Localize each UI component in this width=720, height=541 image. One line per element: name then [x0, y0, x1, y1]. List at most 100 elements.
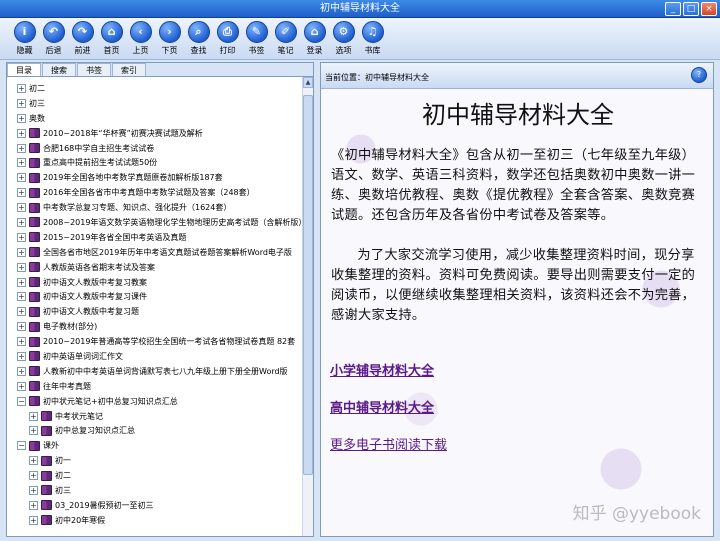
toolbar-button-3[interactable]: ⌂ 首页 — [97, 18, 126, 60]
tree-item[interactable]: +03_2019暑假预初一至初三 — [7, 498, 303, 513]
toolbar-button-2[interactable]: ↷ 前进 — [68, 18, 97, 60]
tree-item[interactable]: + 初中总复习知识点汇总 — [7, 423, 303, 438]
expand-icon[interactable]: + — [29, 485, 38, 495]
tree-scrollbar[interactable]: ▲ — [302, 77, 313, 536]
toolbar-button-7[interactable]: ⎙ 打印 — [213, 18, 242, 60]
tree-item[interactable]: + 往年中考真题 — [7, 379, 303, 394]
toolbar-button-1[interactable]: ↶ 后退 — [39, 18, 68, 60]
expand-icon[interactable]: + — [17, 337, 26, 347]
tree-item[interactable]: + 初中英语单词词汇作文 — [7, 349, 303, 364]
scroll-thumb[interactable] — [303, 95, 313, 475]
expand-icon[interactable]: + — [29, 471, 38, 481]
expand-icon[interactable]: + — [17, 232, 26, 242]
expand-icon[interactable]: + — [29, 500, 38, 510]
expand-icon[interactable]: + — [17, 98, 26, 108]
expand-icon[interactable]: + — [17, 351, 26, 361]
tree-item[interactable]: + 初二 — [7, 468, 303, 483]
tree-item[interactable]: − 课外 — [7, 438, 303, 453]
tree-item[interactable]: +2010~2019年普通高等学校招生全国统一考试各省物理试卷真题 82套 — [7, 334, 303, 349]
toolbar-button-6[interactable]: ⌕ 查找 — [184, 18, 213, 60]
tree-item[interactable]: + 初二 — [7, 81, 303, 96]
high-school-link[interactable]: 高中辅导材料大全 — [330, 397, 713, 416]
tree-item-label: 往年中考真题 — [43, 381, 91, 391]
tree-item-label: 2008~2019年语文数学英语物理化学生物地理历史高考试题（含解析版） — [43, 217, 303, 227]
tree-item[interactable]: + 奥数 — [7, 111, 303, 126]
tree-item[interactable]: + 人教版英语各省期末考试及答案 — [7, 260, 303, 275]
expand-icon[interactable]: + — [17, 322, 26, 332]
tree-item[interactable]: +2019年全国各地中考数学真题原卷加解析版187套 — [7, 170, 303, 185]
close-button[interactable]: × — [701, 2, 717, 16]
tree-item[interactable]: + 重点高中提前招生考试试题50份 — [7, 155, 303, 170]
toolbar-button-11[interactable]: ⚙ 选项 — [329, 18, 358, 60]
location-label: 当前位置： — [325, 73, 365, 82]
collapse-icon[interactable]: − — [17, 396, 26, 406]
expand-icon[interactable]: + — [29, 515, 38, 525]
expand-icon[interactable]: + — [17, 188, 26, 198]
expand-icon[interactable]: + — [17, 113, 26, 123]
expand-icon[interactable]: + — [17, 217, 26, 227]
more-ebooks-link[interactable]: 更多电子书阅读下载 — [330, 434, 713, 453]
tree-item[interactable]: + 初中语文人教版中考复习题 — [7, 304, 303, 319]
tree-item[interactable]: + 电子教材(部分) — [7, 319, 303, 334]
toolbar-button-5[interactable]: › 下页 — [155, 18, 184, 60]
expand-icon[interactable]: + — [17, 203, 26, 213]
minimize-button[interactable]: _ — [665, 2, 681, 16]
tab-0[interactable]: 目录 — [7, 63, 41, 76]
tree-item[interactable]: + 初中20年寒假 — [7, 513, 303, 528]
expand-icon[interactable]: + — [17, 262, 26, 272]
tab-3[interactable]: 索引 — [112, 63, 146, 76]
tree-item[interactable]: +2010~2018年“华杯赛”初赛决赛试题及解析 — [7, 126, 303, 141]
expand-icon[interactable]: + — [17, 307, 26, 317]
collapse-icon[interactable]: − — [17, 441, 26, 451]
tree-item[interactable]: + 初一 — [7, 453, 303, 468]
tree-item[interactable]: + 中考状元笔记 — [7, 409, 303, 424]
expand-icon[interactable]: + — [29, 426, 38, 436]
expand-icon[interactable]: + — [17, 83, 26, 93]
tab-2[interactable]: 书签 — [77, 63, 111, 76]
tree-item[interactable]: + 合肥168中学自主招生考试试卷 — [7, 141, 303, 156]
navigation-tabs: 目录 搜索 书签 索引 — [7, 63, 313, 77]
expand-icon[interactable]: + — [17, 381, 26, 391]
primary-school-link[interactable]: 小学辅导材料大全 — [330, 360, 713, 379]
expand-icon[interactable]: + — [17, 173, 26, 183]
scroll-up-arrow-icon[interactable]: ▲ — [303, 77, 313, 88]
tree-item[interactable]: + 人教新初中中考英语单词背诵默写表七八九年级上册下册全册Word版 — [7, 364, 303, 379]
expand-icon[interactable]: + — [29, 456, 38, 466]
toolbar-button-4[interactable]: ‹ 上页 — [126, 18, 155, 60]
expand-icon[interactable]: + — [17, 277, 26, 287]
toolbar-button-9[interactable]: ✐ 笔记 — [271, 18, 300, 60]
book-icon — [29, 396, 40, 407]
book-icon — [29, 291, 40, 302]
expand-icon[interactable]: + — [17, 143, 26, 153]
tree-item[interactable]: +2016年全国各省市中考真题中考数学试题及答案（248套） — [7, 185, 303, 200]
expand-icon[interactable]: + — [17, 366, 26, 376]
expand-icon[interactable]: + — [29, 411, 38, 421]
watermark: 知乎 @yyebook — [572, 504, 701, 524]
book-icon — [29, 381, 40, 392]
tree-item[interactable]: +2015~2019年各省全国中考英语及真题 — [7, 230, 303, 245]
maximize-button[interactable]: □ — [683, 2, 699, 16]
tree-item[interactable]: + 初中语文人教版中考复习课件 — [7, 289, 303, 304]
tab-1[interactable]: 搜索 — [42, 63, 76, 76]
tree-item[interactable]: +2008~2019年语文数学英语物理化学生物地理历史高考试题（含解析版） — [7, 215, 303, 230]
toolbar-button-0[interactable]: i 隐藏 — [10, 18, 39, 60]
toolbar-button-12[interactable]: ♫ 书库 — [358, 18, 387, 60]
tree-item[interactable]: + 初三 — [7, 96, 303, 111]
tree-item[interactable]: + 中考数学总复习专题、知识点、强化提升（1624套） — [7, 200, 303, 215]
tree-item[interactable]: − 初中状元笔记+初中总复习知识点汇总 — [7, 394, 303, 409]
content-header: 当前位置：初中辅导材料大全 ? — [321, 63, 713, 89]
expand-icon[interactable]: + — [17, 247, 26, 257]
expand-icon[interactable]: + — [17, 292, 26, 302]
tree-item[interactable]: + 初三 — [7, 483, 303, 498]
book-icon — [41, 500, 52, 511]
tree-item[interactable]: + 初中语文人教版中考复习教案 — [7, 275, 303, 290]
toolbar-button-10[interactable]: ⌂ 登录 — [300, 18, 329, 60]
tree-item[interactable]: + 全国各省市地区2019年历年中考语文真题试卷题答案解析Word电子版 — [7, 245, 303, 260]
help-icon[interactable]: ? — [691, 67, 707, 83]
toolbar-button-label: 后退 — [45, 46, 62, 55]
expand-icon[interactable]: + — [17, 158, 26, 168]
toolbar: i 隐藏 ↶ 后退 ↷ 前进 ⌂ 首页 ‹ 上页 › 下页 ⌕ 查找 ⎙ 打印 ✎ 书签 ✐ 笔记 ⌂ 登录 ⚙ 选项 ♫ 书库 — [0, 18, 720, 60]
expand-icon[interactable]: + — [17, 128, 26, 138]
toolbar-button-8[interactable]: ✎ 书签 — [242, 18, 271, 60]
content-panel: 当前位置：初中辅导材料大全 ? 初中辅导材料大全 《初中辅导材料大全》包含从初一… — [320, 62, 714, 537]
